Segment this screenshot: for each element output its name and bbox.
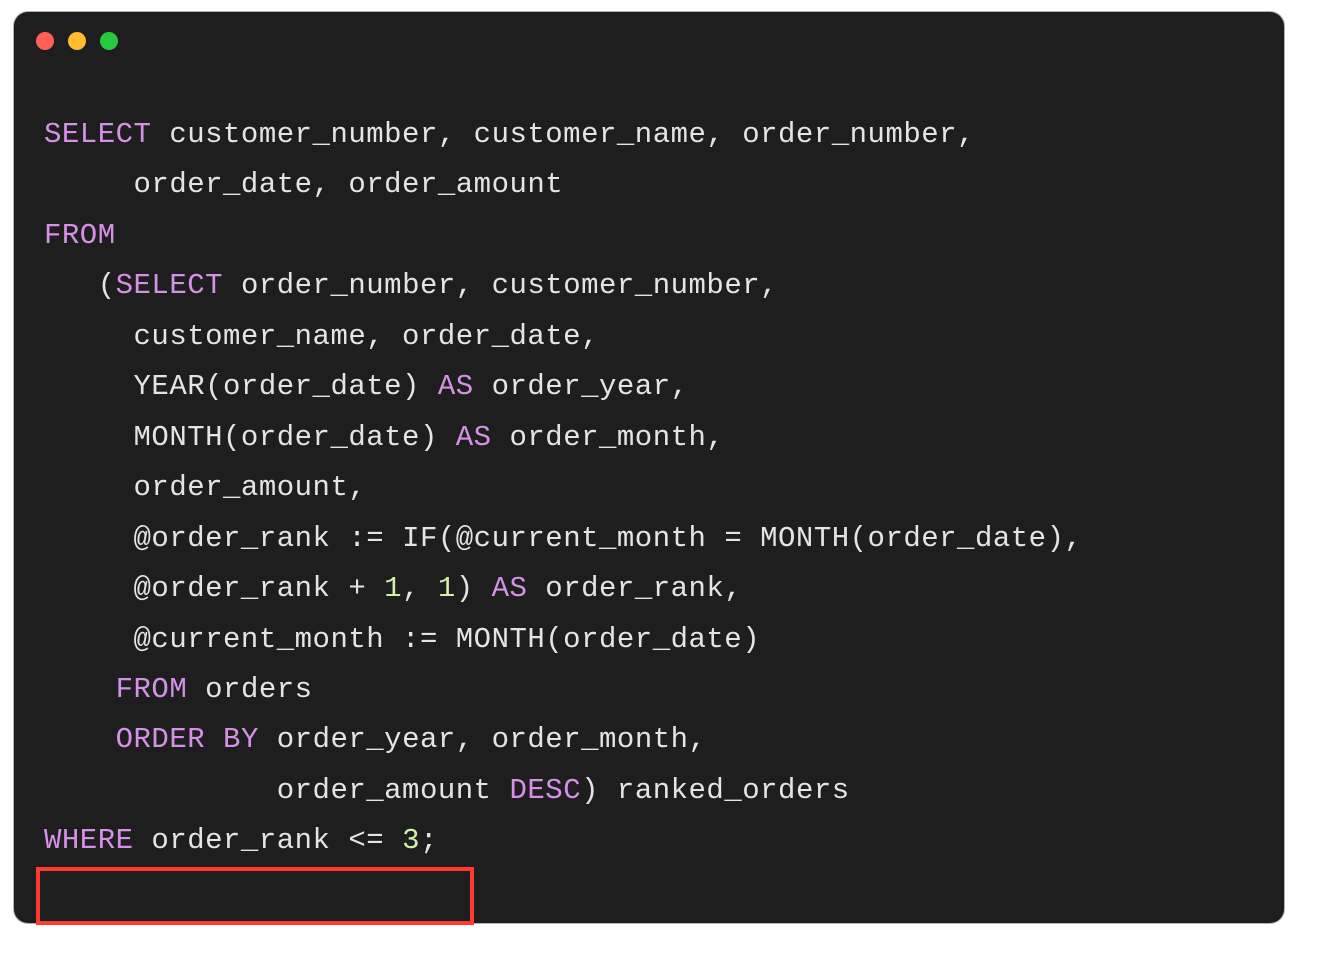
code-text: @current_month := MONTH(order_date) <box>44 623 760 656</box>
code-text: order_amount <box>44 774 509 807</box>
code-text: orders <box>187 673 312 706</box>
number-literal: 3 <box>402 824 420 857</box>
keyword-if: IF <box>402 522 438 555</box>
code-text: customer_name, order_date, <box>44 320 617 353</box>
keyword-desc: DESC <box>509 774 581 807</box>
code-text: order_year, order_month, <box>259 723 707 756</box>
keyword-as: AS <box>456 421 492 454</box>
code-block: SELECT customer_number, customer_name, o… <box>14 50 1284 887</box>
keyword-from: FROM <box>44 219 116 252</box>
window-maximize-icon[interactable] <box>100 32 118 50</box>
code-text: YEAR(order_date) <box>44 370 438 403</box>
code-text: order_number, customer_number, <box>223 269 778 302</box>
code-text: order_amount, <box>44 471 366 504</box>
code-text: ; <box>420 824 438 857</box>
code-text: ( <box>44 269 116 302</box>
window-close-icon[interactable] <box>36 32 54 50</box>
number-literal: 1 <box>438 572 456 605</box>
code-text: @order_rank := <box>44 522 402 555</box>
keyword-select: SELECT <box>116 269 223 302</box>
code-text: order_rank, <box>527 572 742 605</box>
code-text: ) ranked_orders <box>581 774 850 807</box>
window-minimize-icon[interactable] <box>68 32 86 50</box>
code-indent <box>44 673 116 706</box>
code-text: order_rank <= <box>134 824 403 857</box>
code-text: , <box>402 572 438 605</box>
code-text: order_month, <box>492 421 725 454</box>
code-text: (@current_month = MONTH(order_date), <box>438 522 1083 555</box>
code-text: order_year, <box>474 370 689 403</box>
keyword-select: SELECT <box>44 118 151 151</box>
keyword-order-by: ORDER BY <box>116 723 259 756</box>
code-indent <box>44 723 116 756</box>
keyword-from: FROM <box>116 673 188 706</box>
code-text: order_date, order_amount <box>44 168 563 201</box>
window-titlebar <box>14 12 1284 50</box>
keyword-as: AS <box>438 370 474 403</box>
code-text: @order_rank + <box>44 572 384 605</box>
number-literal: 1 <box>384 572 402 605</box>
code-text: ) <box>456 572 492 605</box>
code-window: SELECT customer_number, customer_name, o… <box>14 12 1284 923</box>
keyword-where: WHERE <box>44 824 134 857</box>
keyword-as: AS <box>492 572 528 605</box>
code-text: customer_number, customer_name, order_nu… <box>151 118 975 151</box>
code-text: MONTH(order_date) <box>44 421 456 454</box>
